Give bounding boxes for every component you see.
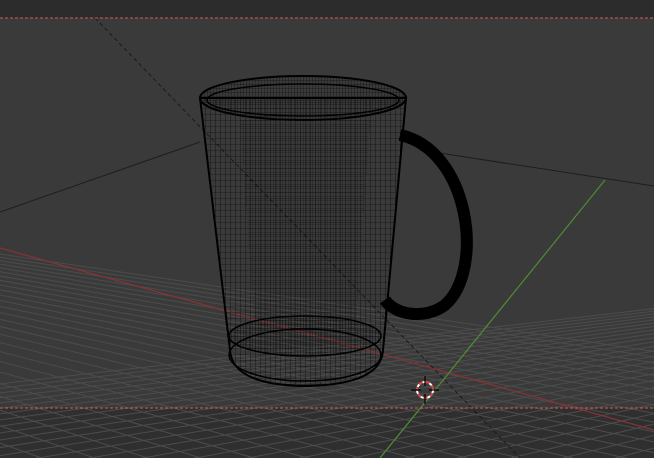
viewport-canvas[interactable]: [0, 0, 654, 458]
mug-body-mesh: [240, 120, 370, 330]
camera-passepartout-top: [0, 0, 654, 18]
camera-passepartout-bottom: [0, 408, 654, 458]
3d-viewport[interactable]: [0, 0, 654, 458]
mug-rim: [199, 75, 407, 121]
